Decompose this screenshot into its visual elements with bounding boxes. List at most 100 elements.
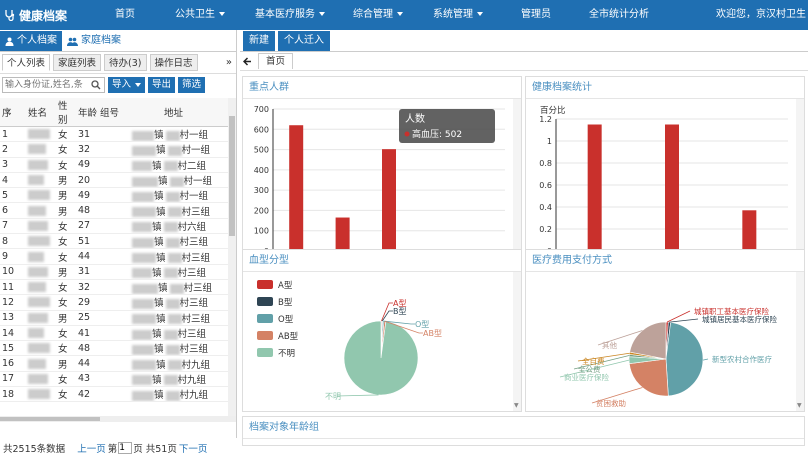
table-row[interactable]: 10 男 31 镇 村三组 xyxy=(0,264,229,280)
table-row[interactable]: 5 男 49 镇 村一组 xyxy=(0,187,229,204)
search-icon[interactable] xyxy=(91,80,101,90)
subtab-personal-list[interactable]: 个人列表 xyxy=(2,54,51,71)
cell-address: 镇 村一组 xyxy=(124,141,229,158)
redacted-address xyxy=(167,253,182,264)
export-button[interactable]: 导出 xyxy=(148,77,176,93)
table-row[interactable]: 16 男 44 镇 村九组 xyxy=(0,355,229,372)
table-row[interactable]: 6 男 48 镇 村三组 xyxy=(0,202,229,219)
cell-no: 6 xyxy=(0,202,26,219)
redacted-address xyxy=(132,360,156,371)
cell-name xyxy=(26,371,56,388)
redacted-name xyxy=(28,312,48,323)
panel-scrollbar[interactable]: ▼ xyxy=(796,272,804,411)
table-horizontal-scrollbar[interactable] xyxy=(0,416,236,422)
label-line xyxy=(336,394,379,397)
redacted-address xyxy=(165,191,180,202)
subtab-operation-log[interactable]: 操作日志 xyxy=(149,54,198,71)
subtab-todo[interactable]: 待办(3) xyxy=(104,54,147,71)
panel-scrollbar[interactable]: ▼ xyxy=(796,99,804,272)
app-brand[interactable]: 健康档案 xyxy=(0,7,95,24)
col-header-address[interactable]: 地址 xyxy=(124,98,229,127)
nav-city-stats[interactable]: 全市统计分析 xyxy=(589,0,649,30)
scrollbar-thumb[interactable] xyxy=(0,417,100,421)
bar xyxy=(742,210,757,251)
nav-system-mgmt[interactable]: 系统管理 xyxy=(433,0,483,30)
welcome-user[interactable]: 欢迎您，京汉村卫生 xyxy=(716,0,806,30)
search-input[interactable] xyxy=(3,78,104,92)
table-row[interactable]: 18 女 42 镇 村九组 xyxy=(0,386,229,403)
move-in-button[interactable]: 个人迁入 xyxy=(278,31,330,51)
address-town: 镇 xyxy=(156,313,166,325)
users-icon xyxy=(67,37,78,46)
tab-family-archive[interactable]: 家庭档案 xyxy=(62,31,126,51)
redacted-address xyxy=(167,314,182,325)
nav-general-mgmt[interactable]: 综合管理 xyxy=(353,0,403,30)
arrow-left-icon[interactable] xyxy=(243,56,252,66)
table-vertical-scrollbar[interactable] xyxy=(228,98,236,416)
nav-home[interactable]: 首页 xyxy=(115,0,135,30)
search-toolbar: 导入 导出 筛选 xyxy=(0,74,236,96)
table-row[interactable]: 13 男 25 镇 村三组 xyxy=(0,310,229,326)
table-row[interactable]: 11 女 32 镇 村三组 xyxy=(0,279,229,296)
table-row[interactable]: 3 女 49 镇 村二组 xyxy=(0,157,229,173)
tab-personal-archive[interactable]: 个人档案 xyxy=(0,31,62,51)
panel-scrollbar[interactable]: ▼ xyxy=(513,99,521,272)
nav-admin-label: 管理员 xyxy=(521,9,551,20)
redacted-address xyxy=(165,344,180,355)
col-header-name[interactable]: 姓名 xyxy=(26,98,56,127)
cell-gender: 女 xyxy=(56,325,76,342)
next-page-link[interactable]: 下一页 xyxy=(179,441,208,455)
cell-group xyxy=(98,202,124,219)
cell-group xyxy=(98,141,124,158)
col-header-no[interactable]: 序 xyxy=(0,98,26,127)
address-town: 镇 xyxy=(156,252,166,264)
redacted-address xyxy=(163,329,178,340)
tab-home-page[interactable]: 首页 xyxy=(258,53,294,69)
table-row[interactable]: 2 女 32 镇 村一组 xyxy=(0,141,229,158)
cell-no: 7 xyxy=(0,218,26,235)
redacted-address xyxy=(132,344,154,355)
table-row[interactable]: 12 女 29 镇 村三组 xyxy=(0,294,229,311)
nav-admin[interactable]: 管理员 xyxy=(521,0,551,30)
col-header-gender[interactable]: 性别 xyxy=(56,98,76,127)
cell-gender: 女 xyxy=(56,279,76,296)
more-tabs-button[interactable]: » xyxy=(226,57,232,68)
redacted-name xyxy=(28,266,48,277)
table-row[interactable]: 4 男 20 镇 村一组 xyxy=(0,172,229,189)
subtab-family-list[interactable]: 家庭列表 xyxy=(53,54,102,71)
table-row[interactable]: 1 女 31 镇 村一组 xyxy=(0,126,229,143)
scrollbar-thumb[interactable] xyxy=(229,116,235,236)
y-tick-label: 0.2 xyxy=(539,225,552,234)
table-row[interactable]: 15 女 48 镇 村三组 xyxy=(0,340,229,357)
panel-scrollbar[interactable]: ▼ xyxy=(513,272,521,411)
table-row[interactable]: 17 女 43 镇 村九组 xyxy=(0,371,229,388)
slice-label: 新型农村合作医疗 xyxy=(712,354,772,364)
cell-no: 16 xyxy=(0,355,26,372)
import-button[interactable]: 导入 xyxy=(108,77,146,93)
cell-name xyxy=(26,279,56,296)
nav-public-health[interactable]: 公共卫生 xyxy=(175,0,225,30)
address-village: 村九组 xyxy=(177,374,207,386)
redacted-address xyxy=(132,161,152,172)
caret-down-icon xyxy=(477,12,483,16)
table-row[interactable]: 8 女 51 镇 村三组 xyxy=(0,233,229,250)
panel-title: 医疗费用支付方式 xyxy=(526,250,804,272)
redacted-address xyxy=(132,283,158,294)
col-header-group[interactable]: 组号 xyxy=(98,98,124,127)
redacted-address xyxy=(165,390,180,401)
table-row[interactable]: 9 女 44 镇 村三组 xyxy=(0,248,229,265)
col-header-age[interactable]: 年龄 xyxy=(76,98,98,127)
page-number-input[interactable] xyxy=(118,442,133,454)
new-button[interactable]: 新建 xyxy=(243,31,275,51)
table-row[interactable]: 14 女 41 镇 村三组 xyxy=(0,325,229,342)
filter-button[interactable]: 筛选 xyxy=(178,77,206,93)
prev-page-link[interactable]: 上一页 xyxy=(77,441,106,455)
redacted-name xyxy=(28,129,50,140)
table-row[interactable]: 7 女 27 镇 村六组 xyxy=(0,218,229,235)
address-town: 镇 xyxy=(154,344,164,356)
nav-basic-medical[interactable]: 基本医疗服务 xyxy=(255,0,325,30)
redacted-name xyxy=(28,389,50,400)
redacted-address xyxy=(165,298,180,309)
address-village: 村三组 xyxy=(181,206,211,218)
app-title: 健康档案 xyxy=(19,8,68,23)
